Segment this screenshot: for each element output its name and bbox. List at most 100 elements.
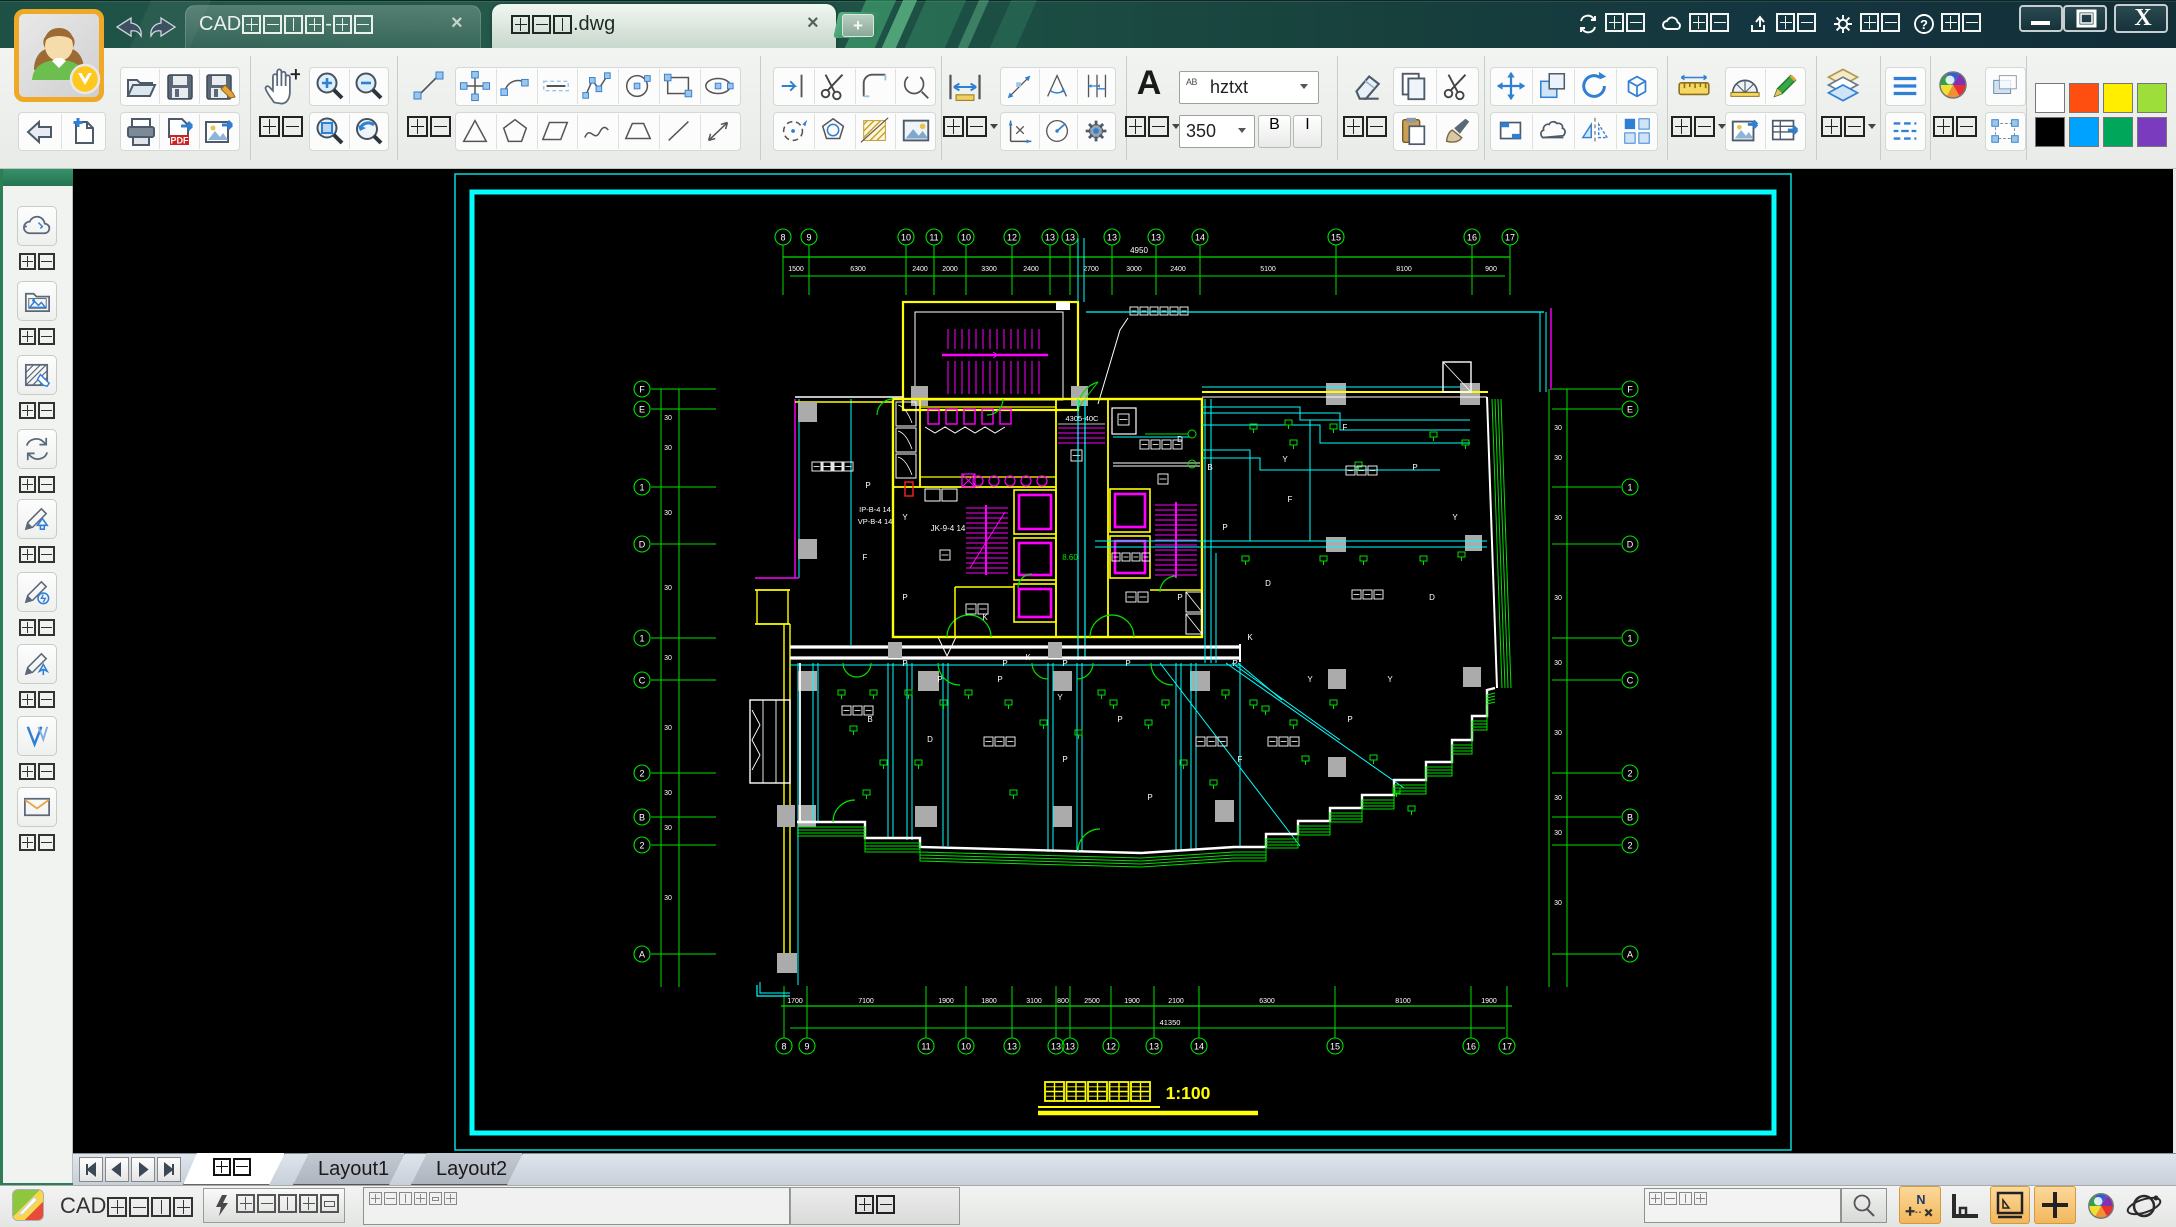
svg-text:6300: 6300 [850,266,866,273]
svg-text:1700: 1700 [787,998,803,1005]
svg-text:4305-40C: 4305-40C [1066,414,1100,423]
svg-text:11: 11 [921,1042,930,1052]
svg-text:P: P [1347,715,1352,724]
svg-text:2400: 2400 [1023,266,1039,273]
svg-text:8100: 8100 [1395,998,1411,1005]
svg-text:2100: 2100 [1168,998,1184,1005]
svg-text:41350: 41350 [1160,1018,1181,1027]
svg-text:Y: Y [1452,513,1458,522]
svg-text:9: 9 [806,233,811,243]
svg-text:P: P [865,481,870,490]
svg-text:2400: 2400 [912,266,928,273]
svg-text:P: P [1125,659,1130,668]
svg-text:10: 10 [961,1042,971,1052]
svg-text:D: D [1265,579,1271,588]
svg-text:E: E [1627,405,1633,415]
svg-text:8.60: 8.60 [1062,553,1078,562]
svg-text:15: 15 [1330,1042,1340,1052]
svg-text:8100: 8100 [1396,266,1412,273]
svg-text:1900: 1900 [1481,998,1497,1005]
svg-text:15: 15 [1331,233,1341,243]
svg-text:30: 30 [1554,515,1562,522]
svg-text:11: 11 [929,233,938,243]
svg-text:1: 1 [639,483,644,493]
svg-text:P: P [937,675,942,684]
svg-text:D: D [1429,593,1435,602]
svg-text:16: 16 [1466,1042,1476,1052]
svg-text:30: 30 [1554,830,1562,837]
svg-text:D: D [1627,540,1634,550]
svg-text:30: 30 [1554,900,1562,907]
svg-text:F: F [1627,385,1633,395]
svg-text:1900: 1900 [1124,998,1140,1005]
svg-text:E: E [639,405,645,415]
svg-text:K: K [982,613,988,622]
svg-text:Y: Y [1307,675,1313,684]
svg-text:Y: Y [902,513,908,522]
svg-text:F: F [639,385,645,395]
svg-text:PDF: PDF [171,136,190,146]
svg-text:2: 2 [639,841,644,851]
svg-text:30: 30 [664,725,672,732]
svg-text:B: B [1627,813,1633,823]
svg-text:8: 8 [780,233,785,243]
svg-text:N: N [1916,1193,1925,1207]
svg-text:30: 30 [1554,660,1562,667]
svg-text:?: ? [1920,17,1928,32]
svg-text:P: P [1147,793,1152,802]
svg-text:P: P [1412,463,1417,472]
svg-text:1:100: 1:100 [1166,1083,1211,1103]
svg-text:A: A [639,950,645,960]
svg-text:K: K [1247,633,1253,642]
svg-text:13: 13 [1151,233,1161,243]
svg-text:D: D [1177,435,1183,444]
svg-text:6300: 6300 [1259,998,1275,1005]
svg-text:1500: 1500 [788,266,804,273]
svg-text:1800: 1800 [981,998,997,1005]
svg-text:1: 1 [1627,483,1632,493]
svg-text:5100: 5100 [1260,266,1276,273]
svg-text:VP-B-4 14: VP-B-4 14 [858,517,893,526]
svg-text:30: 30 [664,790,672,797]
svg-text:D: D [927,735,933,744]
svg-text:14: 14 [1194,1042,1204,1052]
svg-text:13: 13 [1149,1042,1159,1052]
svg-text:Y: Y [1387,675,1393,684]
svg-text:F: F [1238,755,1243,764]
svg-text:10: 10 [961,233,971,243]
svg-text:P: P [902,593,907,602]
svg-text:30: 30 [1554,425,1562,432]
svg-text:30: 30 [664,585,672,592]
svg-text:2400: 2400 [1170,266,1186,273]
svg-text:P: P [1062,755,1067,764]
svg-text:2: 2 [1627,769,1632,779]
svg-text:13: 13 [1065,1042,1075,1052]
svg-text:B: B [867,715,872,724]
svg-text:D: D [639,540,646,550]
svg-text:30: 30 [664,655,672,662]
svg-text:10: 10 [901,233,911,243]
svg-text:17: 17 [1502,1042,1512,1052]
svg-text:A: A [1627,950,1633,960]
svg-text:4950: 4950 [1130,246,1148,255]
svg-text:C: C [639,676,646,686]
svg-text:2700: 2700 [1083,266,1099,273]
svg-text:30: 30 [664,415,672,422]
svg-text:B: B [1207,463,1212,472]
svg-text:30: 30 [1554,730,1562,737]
svg-text:F: F [863,553,868,562]
svg-text:9: 9 [804,1042,809,1052]
svg-text:1: 1 [1627,634,1632,644]
svg-text:Y: Y [1057,693,1063,702]
svg-text:30: 30 [1554,455,1562,462]
svg-text:B: B [639,813,645,823]
svg-text:P: P [1177,593,1182,602]
svg-text:P: P [1002,659,1007,668]
svg-text:IP-B-4 14: IP-B-4 14 [859,505,891,514]
svg-text:2500: 2500 [1084,998,1100,1005]
svg-text:30: 30 [664,825,672,832]
svg-text:P: P [1117,715,1122,724]
svg-text:800: 800 [1057,998,1069,1005]
svg-text:900: 900 [1485,266,1497,273]
svg-text:8: 8 [781,1042,786,1052]
